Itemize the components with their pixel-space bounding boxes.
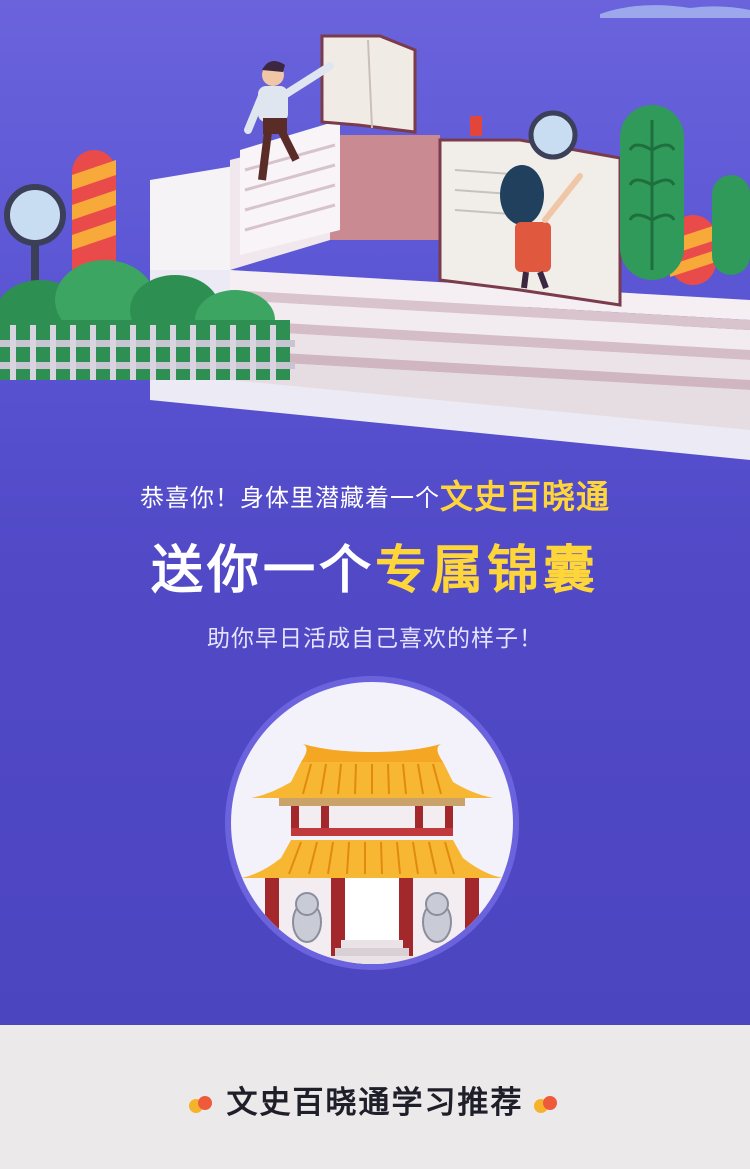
medallion-inner — [231, 682, 513, 964]
gift-prefix: 送你一个 — [150, 541, 375, 601]
hero-section: 恭喜你！身体里潜藏着一个文史百晓通 送你一个专属锦囊 助你早日活成自己喜欢的样子… — [0, 0, 750, 1025]
decoration-dots-right-icon — [533, 1094, 562, 1116]
recommendation-heading: 文史百晓通学习推荐 — [0, 1077, 750, 1122]
subtitle: 助你早日活成自己喜欢的样子！ — [207, 626, 543, 652]
decoration-dots-left-icon — [188, 1094, 217, 1116]
palace-gate-icon — [241, 744, 503, 964]
library-stairs-illustration — [0, 5, 750, 460]
palace-medallion — [225, 676, 519, 970]
congrats-highlight: 文史百晓通 — [440, 477, 610, 516]
recommendation-title: 文史百晓通学习推荐 — [226, 1085, 524, 1121]
gift-highlight: 专属锦囊 — [375, 541, 600, 601]
congrats-line: 恭喜你！身体里潜藏着一个文史百晓通 — [0, 470, 750, 518]
congrats-prefix: 恭喜你！身体里潜藏着一个 — [140, 484, 440, 512]
gift-title: 送你一个专属锦囊 — [0, 528, 750, 603]
result-page: 恭喜你！身体里潜藏着一个文史百晓通 送你一个专属锦囊 助你早日活成自己喜欢的样子… — [0, 0, 750, 1169]
